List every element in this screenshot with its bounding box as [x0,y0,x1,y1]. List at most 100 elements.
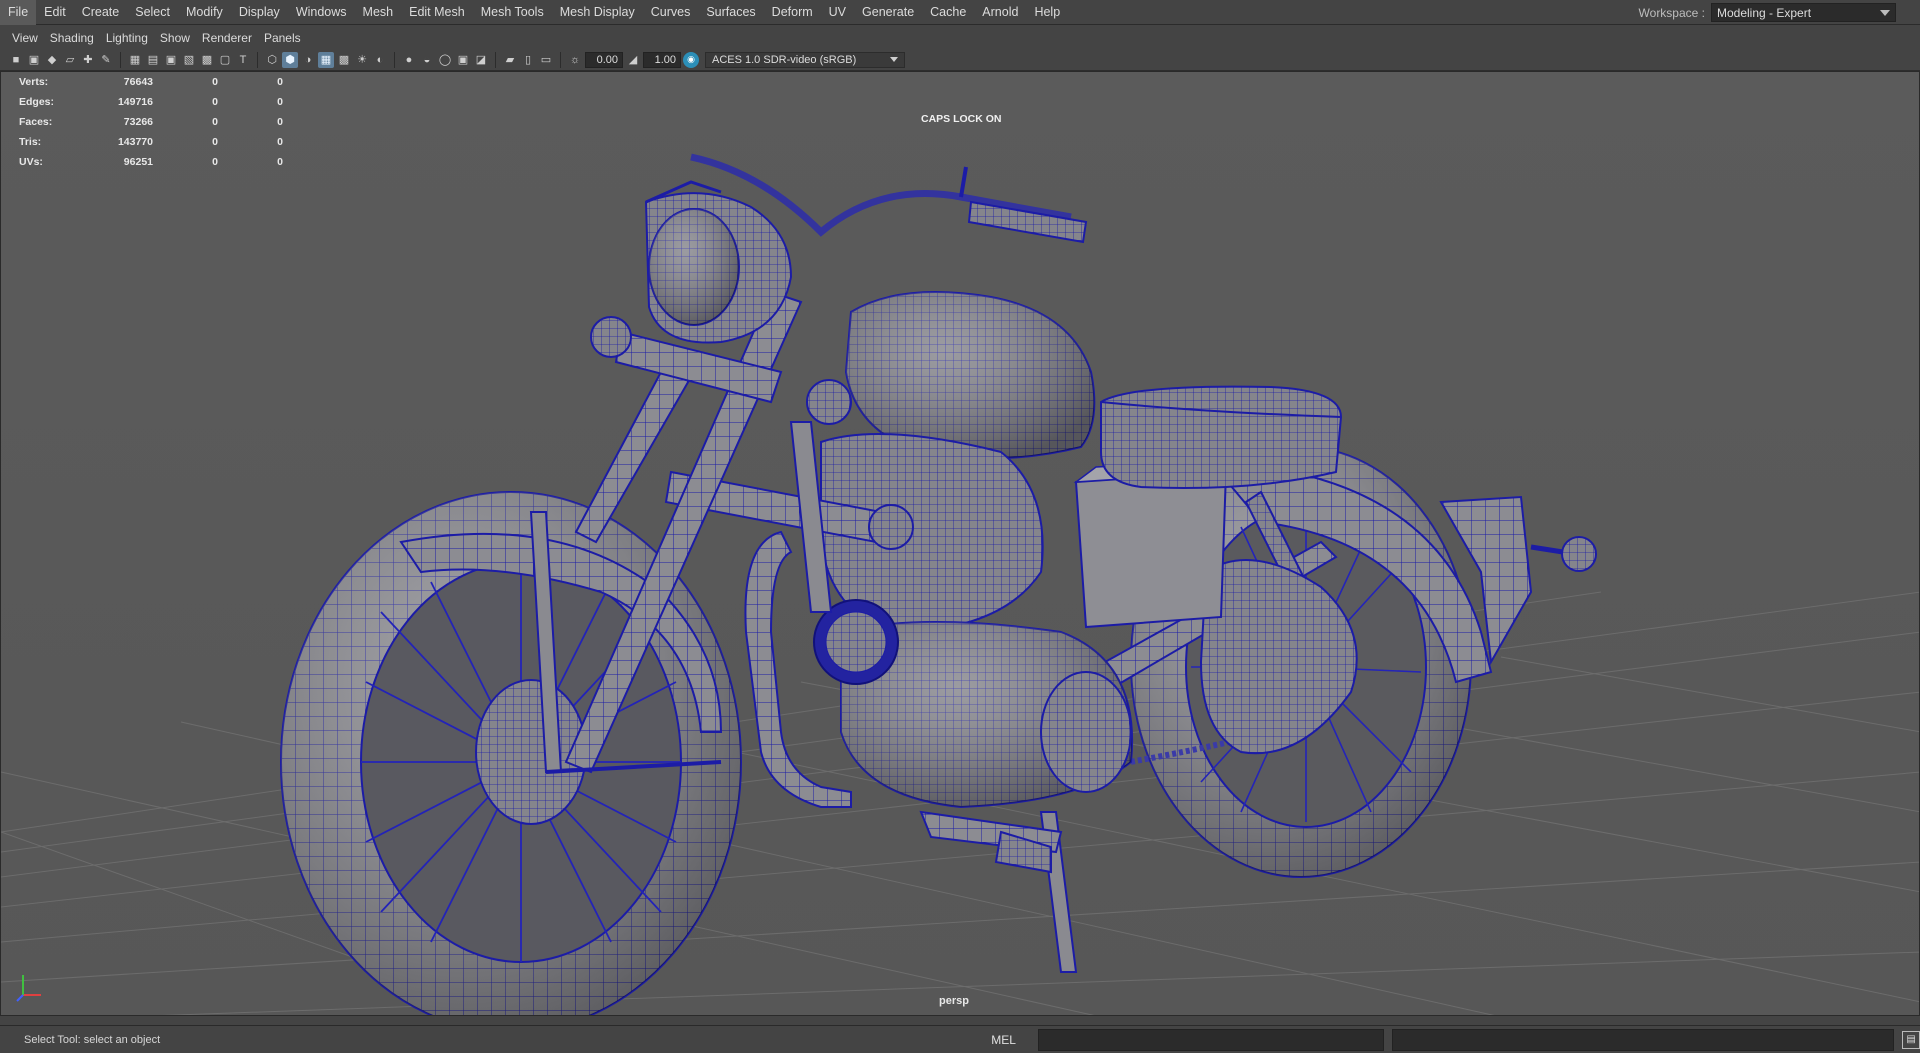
image-plane-icon[interactable]: ▱ [62,52,78,68]
toolbar-divider [120,51,121,68]
frame-end-cap [868,504,914,550]
menu-mesh-tools[interactable]: Mesh Tools [473,0,552,25]
stat-row-faces: Faces: 73266 0 0 [19,112,283,132]
workspace-dropdown[interactable]: Modeling - Expert [1711,3,1896,22]
ambient-occlusion-icon[interactable]: ● [401,52,417,68]
isolate-select-icon[interactable]: ▣ [455,52,471,68]
color-management-icon[interactable]: ◉ [683,51,699,68]
menu-windows[interactable]: Windows [288,0,355,25]
anti-aliasing-icon[interactable]: ◯ [437,52,453,68]
grease-pencil-icon[interactable]: ✎ [98,52,114,68]
chevron-down-icon [1880,9,1890,16]
menu-deform[interactable]: Deform [764,0,821,25]
stat-value: 0 [212,136,218,148]
menu-arnold[interactable]: Arnold [974,0,1026,25]
grid-icon[interactable]: ▦ [127,52,143,68]
menu-file[interactable]: File [0,0,37,25]
workspace-selector: Workspace : Modeling - Expert [1639,0,1920,25]
panel-menu-show[interactable]: Show [154,29,196,47]
seat [1100,385,1343,489]
stat-value: 143770 [117,136,153,148]
front-indicator-right [806,379,852,425]
gate-mask-icon[interactable]: ▧ [181,52,197,68]
toolbar-divider [394,51,395,68]
menu-create[interactable]: Create [74,0,128,25]
menu-select[interactable]: Select [127,0,178,25]
motion-blur-icon[interactable]: ◒ [419,52,435,68]
panel-toolbar: ■ ▣ ◆ ▱ ✚ ✎ ▦ ▤ ▣ ▧ ▩ ▢ T ⬡ ⬢ ◑ ▦ ▩ ☀ ◐ … [0,49,1920,71]
stat-value: 0 [277,96,283,108]
motorcycle-wireframe-scene[interactable] [1,72,1920,1016]
script-editor-icon[interactable]: ▤ [1902,1030,1920,1049]
xray-joints-icon[interactable]: ▯ [520,52,536,68]
shadows-icon[interactable]: ◐ [372,52,388,68]
backface-culling-icon[interactable]: ▭ [538,52,554,68]
menu-edit-mesh[interactable]: Edit Mesh [401,0,473,25]
chevron-down-icon [890,57,898,62]
mirror-stem [959,166,968,198]
gamma-field[interactable]: 1.00 [643,51,681,68]
caps-lock-indicator: CAPS LOCK ON [921,113,1002,125]
stat-value: 0 [277,116,283,128]
stat-row-tris: Tris: 143770 0 0 [19,132,283,152]
panel-menu-lighting[interactable]: Lighting [100,29,154,47]
workspace-label: Workspace : [1638,5,1705,20]
textured-icon[interactable]: ▩ [336,52,352,68]
poly-count-hud: Verts: 76643 0 0 Edges: 149716 0 0 Faces… [19,72,283,172]
wireframe-icon[interactable]: ⬡ [264,52,280,68]
status-bar: Select Tool: select an object MEL ▤ [0,1025,1920,1053]
xray-active-components-icon[interactable]: ▰ [502,52,518,68]
engine-cover [1040,671,1132,793]
panel-menu-renderer[interactable]: Renderer [196,29,258,47]
xray-icon[interactable]: ◪ [473,52,489,68]
menu-mesh-display[interactable]: Mesh Display [552,0,643,25]
stat-value: 96251 [123,156,153,168]
two-d-pan-zoom-icon[interactable]: ✚ [80,52,96,68]
stat-row-uvs: UVs: 96251 0 0 [19,152,283,172]
exposure-field[interactable]: 0.00 [585,51,623,68]
stat-value: 0 [212,96,218,108]
menu-cache[interactable]: Cache [922,0,974,25]
default-material-icon[interactable]: ◑ [300,52,316,68]
stat-value: 149716 [117,96,153,108]
smooth-shade-icon[interactable]: ⬢ [282,51,298,68]
field-chart-icon[interactable]: ▩ [199,52,215,68]
menu-curves[interactable]: Curves [643,0,699,25]
view-transform-dropdown[interactable]: ACES 1.0 SDR-video (sRGB) [705,51,905,68]
menu-help[interactable]: Help [1026,0,1068,25]
stat-label: Verts: [19,76,49,88]
use-all-lights-icon[interactable]: ☀ [354,52,370,68]
toolbar-divider [257,51,258,68]
resolution-gate-icon[interactable]: ▣ [163,52,179,68]
command-input[interactable] [1038,1028,1385,1051]
stat-value: 0 [212,116,218,128]
menu-display[interactable]: Display [231,0,288,25]
menu-generate[interactable]: Generate [854,0,922,25]
command-result-field [1392,1028,1895,1051]
battery-box [1074,470,1228,629]
panel-menu-shading[interactable]: Shading [44,29,100,47]
menu-edit[interactable]: Edit [36,0,74,25]
panel-menu-panels[interactable]: Panels [258,29,307,47]
menu-mesh[interactable]: Mesh [355,0,402,25]
perspective-viewport[interactable]: Verts: 76643 0 0 Edges: 149716 0 0 Faces… [0,71,1920,1016]
toolbar-divider [495,51,496,68]
menu-modify[interactable]: Modify [178,0,231,25]
stat-label: Tris: [19,136,42,148]
command-language-toggle[interactable]: MEL [974,1033,1033,1047]
bookmarks-icon[interactable]: ◆ [44,52,60,68]
stat-label: Faces: [19,116,53,128]
workspace-value: Modeling - Expert [1717,5,1812,20]
camera-attributes-icon[interactable]: ▣ [26,52,42,68]
safe-title-icon[interactable]: T [235,52,251,68]
panel-menu-view[interactable]: View [6,29,44,47]
wireframe-on-shaded-icon[interactable]: ▦ [318,51,334,68]
toolbar-divider [560,51,561,68]
menu-uv[interactable]: UV [821,0,854,25]
gamma-icon[interactable]: ◢ [625,52,641,68]
camera-select-icon[interactable]: ■ [8,52,24,68]
exposure-icon[interactable]: ☼ [567,52,583,68]
safe-action-icon[interactable]: ▢ [217,52,233,68]
film-gate-icon[interactable]: ▤ [145,52,161,68]
menu-surfaces[interactable]: Surfaces [698,0,763,25]
